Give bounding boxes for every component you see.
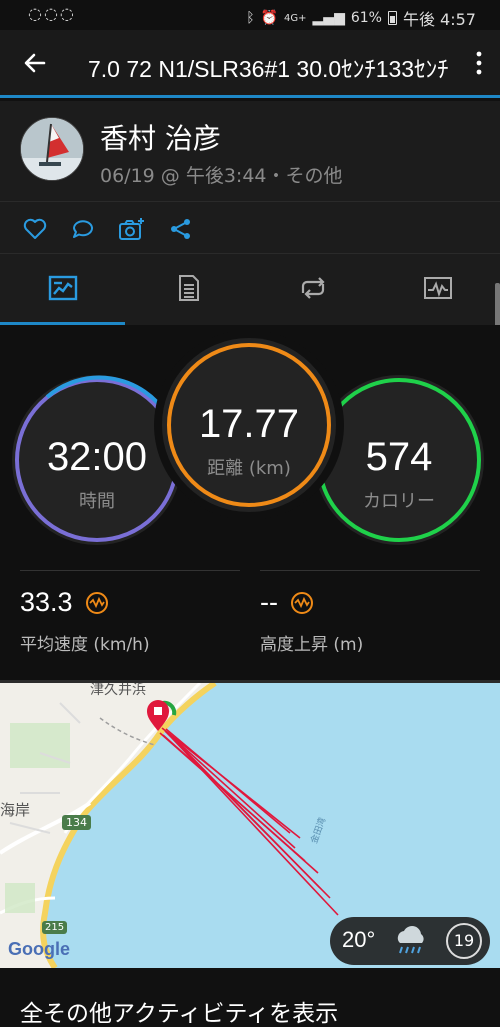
distance-ring: 17.77 距離 (km) xyxy=(162,338,336,512)
alarm-icon: ⏰ xyxy=(260,10,279,26)
battery-percent: 61% xyxy=(350,10,382,26)
notification-icons: ◌◌◌ xyxy=(28,4,76,23)
social-actions xyxy=(0,201,500,253)
google-logo: Google xyxy=(8,939,70,959)
share-icon[interactable] xyxy=(168,216,194,242)
tab-laps[interactable] xyxy=(250,254,375,326)
wind-speed: 19 xyxy=(446,923,482,959)
app-bar: 7.0 72 N1/SLR36#1 30.0ｾﾝﾁ133ｾﾝﾁ xyxy=(0,30,500,98)
back-arrow-icon[interactable] xyxy=(20,48,50,78)
clock: 午後 4:57 xyxy=(402,10,476,29)
temperature: 20° xyxy=(342,927,376,952)
network-type: 4G+ xyxy=(284,12,307,24)
show-all-activities[interactable]: 全その他アクティビティを表示 xyxy=(0,968,500,1027)
battery-icon xyxy=(387,11,397,25)
stats-panel: 32:00 時間 574 カロリー 17.77 距離 (km) 33.3 平均速… xyxy=(0,325,500,680)
divider xyxy=(20,570,240,571)
time-value: 32:00 xyxy=(46,435,148,479)
summary-icon xyxy=(48,275,78,301)
elevation-gain-metric: -- 高度上昇 (m) xyxy=(260,587,363,655)
tab-graphs[interactable] xyxy=(375,254,500,326)
chart-icon xyxy=(424,277,452,299)
laps-icon xyxy=(301,277,325,299)
like-heart-icon[interactable] xyxy=(22,216,48,242)
user-name[interactable]: 香村 治彦 xyxy=(100,117,221,157)
status-bar: ◌◌◌ ᛒ ⏰ 4G+ ▂▄▆ 61% 午後 4:57 xyxy=(0,0,500,30)
route-215-badge: 215 xyxy=(42,921,68,934)
list-icon xyxy=(179,275,199,301)
calories-value: 574 xyxy=(365,435,433,479)
activity-tabs xyxy=(0,253,500,326)
station-label: 津久井浜 xyxy=(90,682,146,698)
speed-wave-icon xyxy=(85,591,108,614)
elev-gain-label: 高度上昇 (m) xyxy=(260,635,364,655)
add-photo-icon[interactable] xyxy=(118,216,146,242)
avg-speed-label: 平均速度 (km/h) xyxy=(20,635,150,655)
weather-badge: 20° 19 xyxy=(330,917,490,965)
activity-header: 香村 治彦 06/19 @ 午後3:44・その他 xyxy=(0,101,500,201)
distance-label: 距離 (km) xyxy=(207,458,291,479)
calories-ring: 574 カロリー xyxy=(314,375,484,545)
avg-speed-metric: 33.3 平均速度 (km/h) xyxy=(20,587,150,655)
coast-label: 海岸 xyxy=(0,801,31,819)
route-map[interactable]: 金田湾 津久井浜 海岸 134 215 Google 20° 19 xyxy=(0,680,500,968)
rain-cloud-icon xyxy=(397,926,424,954)
more-vert-icon[interactable] xyxy=(474,50,484,76)
activity-meta: 06/19 @ 午後3:44・その他 xyxy=(100,165,343,187)
bluetooth-icon: ᛒ xyxy=(246,10,255,26)
calories-label: カロリー xyxy=(363,491,435,512)
svg-text:金田湾: 金田湾 xyxy=(308,816,329,845)
time-ring: 32:00 時間 xyxy=(12,375,182,545)
divider xyxy=(260,570,480,571)
avg-speed-value: 33.3 xyxy=(20,587,73,617)
time-label: 時間 xyxy=(79,491,115,512)
comment-icon[interactable] xyxy=(70,216,96,242)
show-all-label: 全その他アクティビティを表示 xyxy=(20,1001,339,1027)
signal-icon: ▂▄▆ xyxy=(312,10,345,26)
elevation-wave-icon xyxy=(290,591,313,614)
elev-gain-value: -- xyxy=(260,587,278,617)
tab-overview[interactable] xyxy=(0,254,125,326)
tab-details[interactable] xyxy=(125,254,250,326)
avatar[interactable] xyxy=(20,117,84,181)
distance-value: 17.77 xyxy=(198,402,300,446)
activity-title: 7.0 72 N1/SLR36#1 30.0ｾﾝﾁ133ｾﾝﾁ xyxy=(88,56,449,82)
status-right: ᛒ ⏰ 4G+ ▂▄▆ 61% 午後 4:57 xyxy=(246,6,476,30)
route-134-badge: 134 xyxy=(62,815,91,830)
